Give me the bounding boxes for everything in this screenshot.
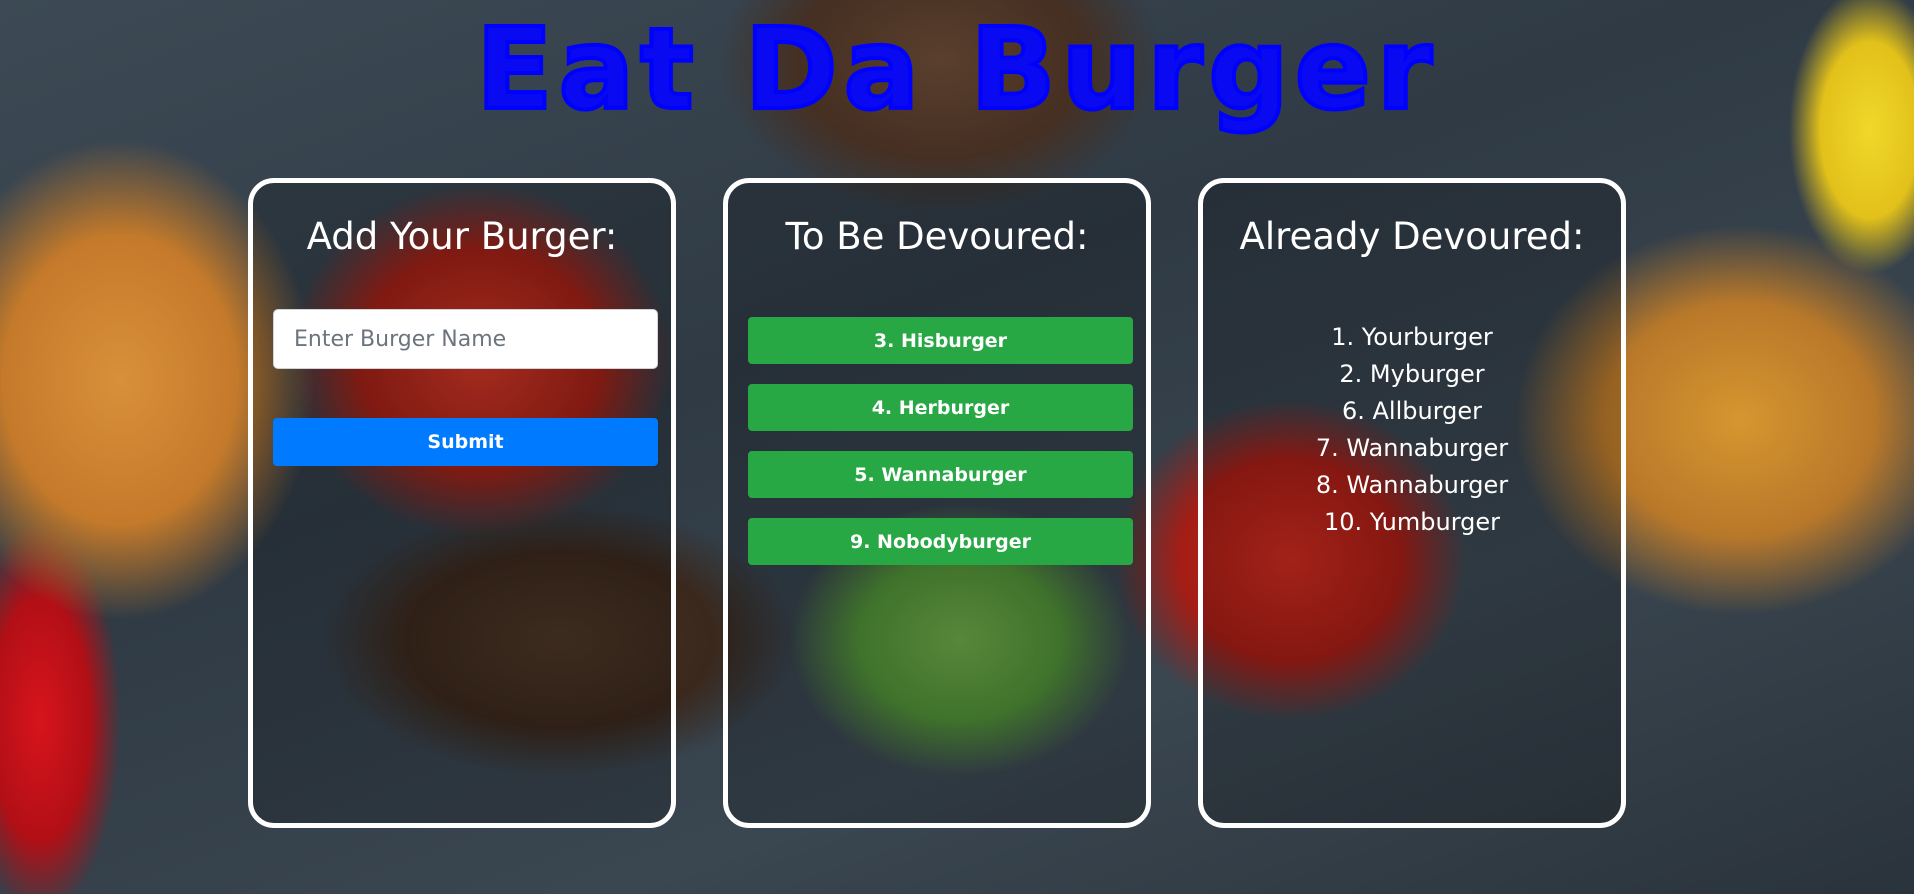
list-item: 5. Wannaburger bbox=[748, 451, 1133, 498]
add-burger-heading: Add Your Burger: bbox=[306, 215, 618, 258]
devour-burger-button[interactable]: 9. Nobodyburger bbox=[748, 518, 1133, 565]
already-devoured-panel: Already Devoured: 1. Yourburger 2. Mybur… bbox=[1198, 178, 1626, 828]
to-be-devoured-list: 3. Hisburger 4. Herburger 5. Wannaburger… bbox=[748, 317, 1133, 585]
devoured-burger-item: 7. Wannaburger bbox=[1315, 434, 1509, 462]
already-devoured-heading: Already Devoured: bbox=[1239, 215, 1585, 258]
add-burger-panel: Add Your Burger: Submit bbox=[248, 178, 676, 828]
to-be-devoured-heading: To Be Devoured: bbox=[785, 215, 1089, 258]
devour-burger-button[interactable]: 5. Wannaburger bbox=[748, 451, 1133, 498]
devoured-burger-item: 8. Wannaburger bbox=[1315, 471, 1509, 499]
devour-burger-button[interactable]: 4. Herburger bbox=[748, 384, 1133, 431]
list-item: 9. Nobodyburger bbox=[748, 518, 1133, 565]
list-item: 4. Herburger bbox=[748, 384, 1133, 431]
devoured-burger-item: 6. Allburger bbox=[1341, 397, 1483, 425]
already-devoured-list: 1. Yourburger 2. Myburger 6. Allburger 7… bbox=[1203, 319, 1621, 541]
submit-button[interactable]: Submit bbox=[273, 418, 658, 466]
burger-name-input[interactable] bbox=[273, 309, 658, 369]
devour-burger-button[interactable]: 3. Hisburger bbox=[748, 317, 1133, 364]
to-be-devoured-panel: To Be Devoured: 3. Hisburger 4. Herburge… bbox=[723, 178, 1151, 828]
devoured-burger-item: 2. Myburger bbox=[1339, 360, 1485, 388]
devoured-burger-item: 1. Yourburger bbox=[1331, 323, 1493, 351]
list-item: 3. Hisburger bbox=[748, 317, 1133, 364]
page-title: Eat Da Burger bbox=[474, 5, 1438, 135]
devoured-burger-item: 10. Yumburger bbox=[1323, 508, 1501, 536]
